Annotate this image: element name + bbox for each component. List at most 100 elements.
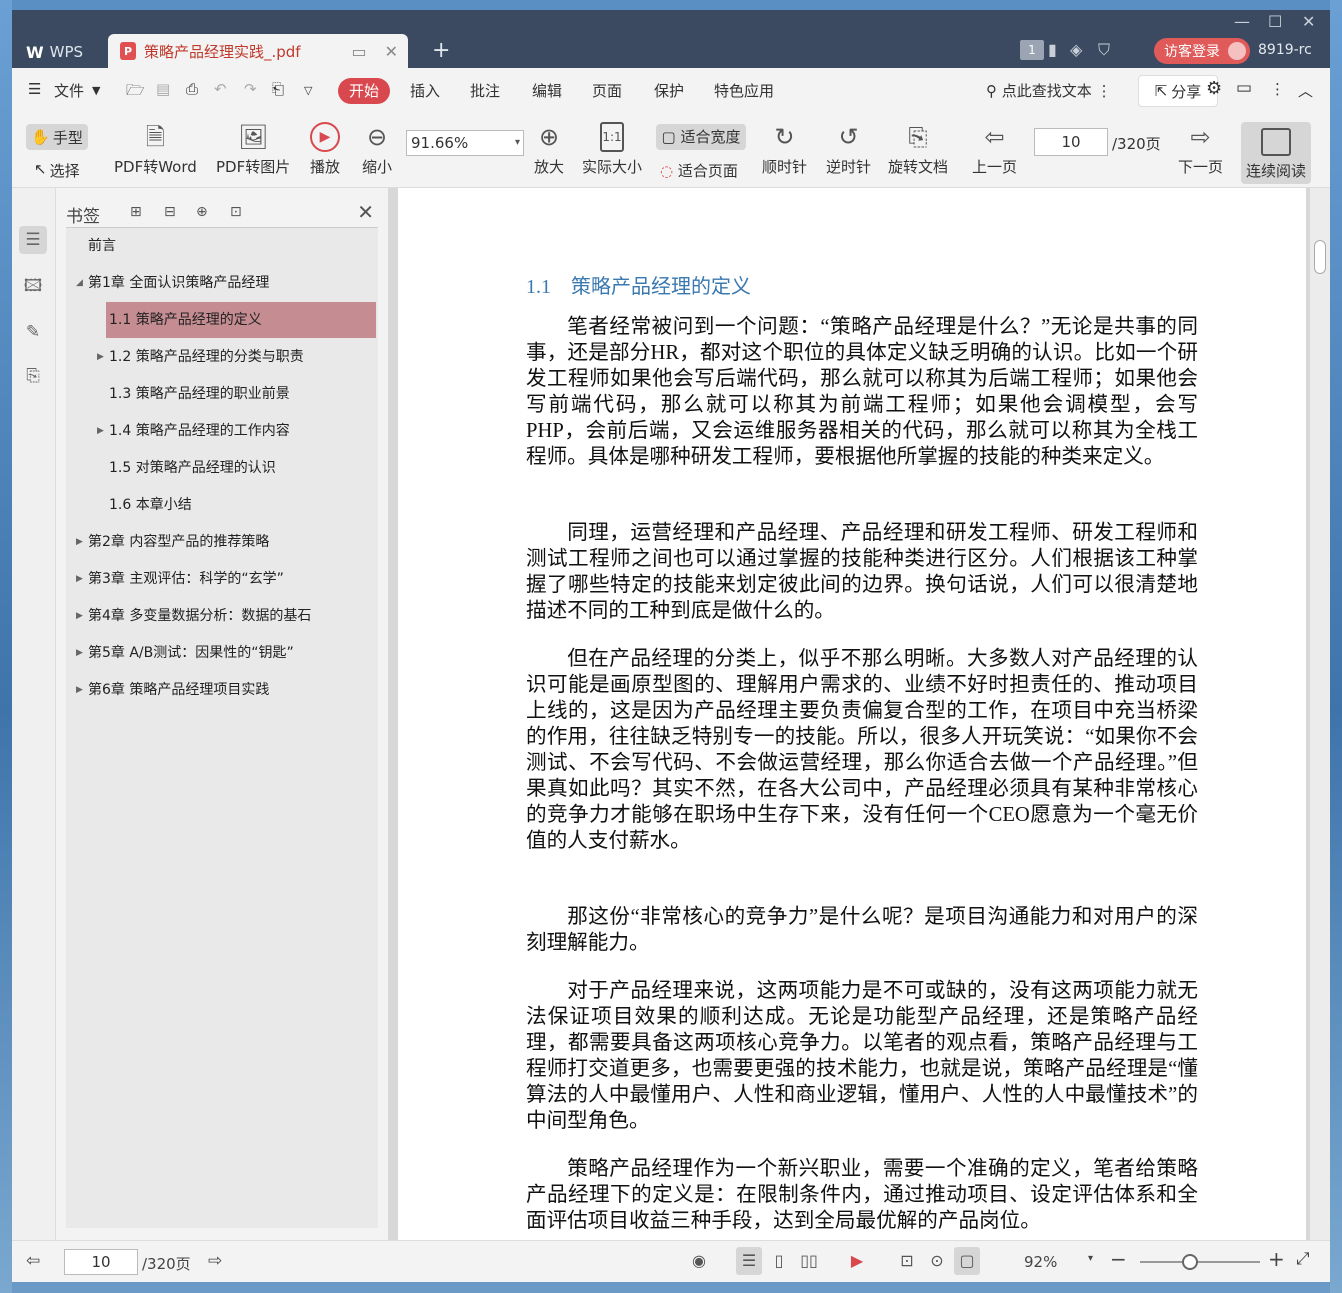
fit-page-button[interactable]: ◌ 适合页面 xyxy=(660,160,738,181)
zoom-slider-handle[interactable] xyxy=(1182,1254,1198,1270)
status-fit-width-icon[interactable]: ▢ xyxy=(954,1247,980,1275)
rotate-counterclockwise-button[interactable]: ↺ 逆时针 xyxy=(826,122,871,177)
bookmark-expand-icon[interactable]: ▶ xyxy=(76,561,83,597)
status-actual-size-icon[interactable]: ⊡ xyxy=(894,1247,920,1275)
document-viewport[interactable]: 1.1 策略产品经理的定义 笔者经常被问到一个问题：“策略产品经理是什么？”无论… xyxy=(388,188,1330,1240)
menu-insert[interactable]: 插入 xyxy=(410,80,440,101)
menu-start[interactable]: 开始 xyxy=(338,78,390,104)
bookmark-expand-icon[interactable]: ▶ xyxy=(76,672,83,708)
bookmark-item[interactable]: 1.3 策略产品经理的职业前景 xyxy=(66,376,378,412)
vertical-scrollbar[interactable] xyxy=(1310,188,1330,1240)
new-tab-button[interactable]: + xyxy=(432,38,450,63)
status-zoom-out-icon[interactable]: − xyxy=(1110,1247,1127,1271)
status-zoom-dropdown-icon[interactable]: ▾ xyxy=(1088,1253,1093,1264)
bookmark-expand-icon[interactable]: ◢ xyxy=(76,265,83,301)
bookmark-item[interactable]: ▶ 1.4 策略产品经理的工作内容 xyxy=(66,413,378,449)
print-icon[interactable]: ⎙ xyxy=(186,80,198,98)
layout-icon[interactable]: ▮ xyxy=(1048,40,1057,59)
bookmark-panel-icon[interactable]: ☰ xyxy=(19,226,47,254)
pdf-to-word-button[interactable]: 🗎 PDF转Word xyxy=(114,122,197,177)
fit-width-button[interactable]: ▢ 适合宽度 xyxy=(656,124,746,150)
status-zoom-value[interactable]: 92% xyxy=(1024,1253,1057,1271)
bookmark-expand-icon[interactable]: ▶ xyxy=(76,598,83,634)
next-page-button[interactable]: ⇨ 下一页 xyxy=(1178,122,1223,177)
thumbnail-panel-icon[interactable]: 🖾 xyxy=(19,272,47,300)
status-prev-page-icon[interactable]: ⇦ xyxy=(26,1251,40,1271)
scrollbar-thumb[interactable] xyxy=(1314,240,1326,274)
zoom-in-button[interactable]: ⊕ 放大 xyxy=(534,122,564,177)
bookmark-expand-icon[interactable]: ▶ xyxy=(97,339,104,375)
annotation-panel-icon[interactable]: ✎ xyxy=(19,318,47,346)
prev-page-button[interactable]: ⇦ 上一页 xyxy=(972,122,1017,177)
single-page-icon[interactable]: ▯ xyxy=(766,1247,792,1275)
menu-edit[interactable]: 编辑 xyxy=(532,80,562,101)
attachment-panel-icon[interactable]: ⎘ xyxy=(19,362,47,390)
tab-close-icon[interactable]: ✕ xyxy=(385,42,398,61)
rotate-clockwise-button[interactable]: ↻ 顺时针 xyxy=(762,122,807,177)
bookmark-item[interactable]: ▶ 第5章 A/B测试：因果性的“钥匙” xyxy=(66,635,378,671)
bookmark-item[interactable]: ▶ 1.2 策略产品经理的分类与职责 xyxy=(66,339,378,375)
menu-annotate[interactable]: 批注 xyxy=(470,80,500,101)
minimize-icon[interactable]: — xyxy=(1234,12,1250,31)
bookmark-item[interactable]: ▶ 第2章 内容型产品的推荐策略 xyxy=(66,524,378,560)
tab-document[interactable]: P 策略产品经理实践_.pdf ▭ ✕ xyxy=(108,34,408,68)
bookmark-item[interactable]: 1.1 策略产品经理的定义 xyxy=(106,302,376,338)
bookmark-expand-icon[interactable]: ▶ xyxy=(97,413,104,449)
select-tool-button[interactable]: ↖ 选择 xyxy=(34,160,80,181)
bookmark-item[interactable]: 前言 xyxy=(66,228,378,264)
menu-hamburger-icon[interactable]: ☰ xyxy=(28,80,41,98)
theme-icon[interactable]: ◈ xyxy=(1070,40,1082,59)
collapse-ribbon-icon[interactable]: ︿ xyxy=(1298,80,1313,101)
bookmark-item[interactable]: 1.6 本章小结 xyxy=(66,487,378,523)
tab-monitor-icon[interactable]: ▭ xyxy=(351,42,366,61)
zoom-out-button[interactable]: ⊖ 缩小 xyxy=(362,122,392,177)
hand-tool-button[interactable]: ✋ 手型 xyxy=(26,124,88,150)
maximize-icon[interactable]: ☐ xyxy=(1268,12,1282,31)
expand-all-icon[interactable]: ⊞ xyxy=(130,204,142,220)
save-icon[interactable]: ▤ xyxy=(156,80,170,98)
menu-special[interactable]: 特色应用 xyxy=(714,80,774,101)
bookmark-item[interactable]: ▶ 第6章 策略产品经理项目实践 xyxy=(66,672,378,708)
fullscreen-icon[interactable]: ⤢ xyxy=(1296,1249,1310,1269)
open-icon[interactable]: 🗁 xyxy=(126,80,145,105)
bookmark-item[interactable]: ▶ 第4章 多变量数据分析：数据的基石 xyxy=(66,598,378,634)
page-number-input[interactable]: 10 xyxy=(1034,128,1108,156)
file-dropdown-icon[interactable]: ▼ xyxy=(92,84,100,97)
tab-wps-home[interactable]: W WPS xyxy=(16,36,108,68)
collapse-all-icon[interactable]: ⊟ xyxy=(164,204,176,220)
actual-size-button[interactable]: 1:1 实际大小 xyxy=(582,122,642,177)
window-count-badge[interactable]: 1 xyxy=(1020,40,1044,60)
zoom-select[interactable]: 91.66% ▾ xyxy=(406,130,524,156)
zoom-slider-track[interactable] xyxy=(1140,1261,1260,1263)
eye-protection-icon[interactable]: ◉ xyxy=(686,1247,712,1275)
bookmark-item[interactable]: 1.5 对策略产品经理的认识 xyxy=(66,450,378,486)
export-icon[interactable]: ⎗ xyxy=(272,80,284,98)
settings-gear-icon[interactable]: ⚙ xyxy=(1206,78,1222,99)
rotate-document-button[interactable]: ⎘ 旋转文档 xyxy=(888,122,948,177)
undo-icon[interactable]: ↶ xyxy=(214,80,227,98)
play-button[interactable]: ▶ 播放 xyxy=(310,122,340,177)
status-zoom-in-icon[interactable]: + xyxy=(1268,1247,1285,1271)
skin-icon[interactable]: ⛉ xyxy=(1098,40,1110,60)
menu-protect[interactable]: 保护 xyxy=(654,80,684,101)
quick-access-dropdown-icon[interactable]: ▽ xyxy=(304,84,312,97)
menu-file[interactable]: 文件 xyxy=(54,80,84,101)
close-panel-icon[interactable]: ✕ xyxy=(357,200,374,224)
status-page-input[interactable]: 10 xyxy=(64,1249,138,1275)
two-page-icon[interactable]: ▯▯ xyxy=(796,1247,822,1275)
close-window-icon[interactable]: ✕ xyxy=(1302,12,1315,31)
play-mode-icon[interactable]: ▶ xyxy=(844,1247,870,1275)
login-button[interactable]: 访客登录 xyxy=(1154,38,1250,64)
bookmark-item[interactable]: ◢ 第1章 全面认识策略产品经理 xyxy=(66,265,378,301)
status-next-page-icon[interactable]: ⇨ xyxy=(208,1251,222,1271)
continuous-view-icon[interactable]: ☰ xyxy=(736,1247,762,1275)
add-bookmark-icon[interactable]: ⊕ xyxy=(196,204,208,220)
continuous-reading-button[interactable]: 连续阅读 xyxy=(1241,122,1311,184)
bookmark-item[interactable]: ▶ 第3章 主观评估：科学的“玄学” xyxy=(66,561,378,597)
bookmark-expand-icon[interactable]: ▶ xyxy=(76,524,83,560)
more-options-icon[interactable]: ⋮ xyxy=(1270,80,1285,98)
bookmark-expand-icon[interactable]: ▶ xyxy=(76,635,83,671)
redo-icon[interactable]: ↷ xyxy=(244,80,257,98)
pdf-to-image-button[interactable]: 🖼 PDF转图片 xyxy=(216,122,290,177)
search-more-icon[interactable]: ⋮ xyxy=(1097,82,1112,100)
